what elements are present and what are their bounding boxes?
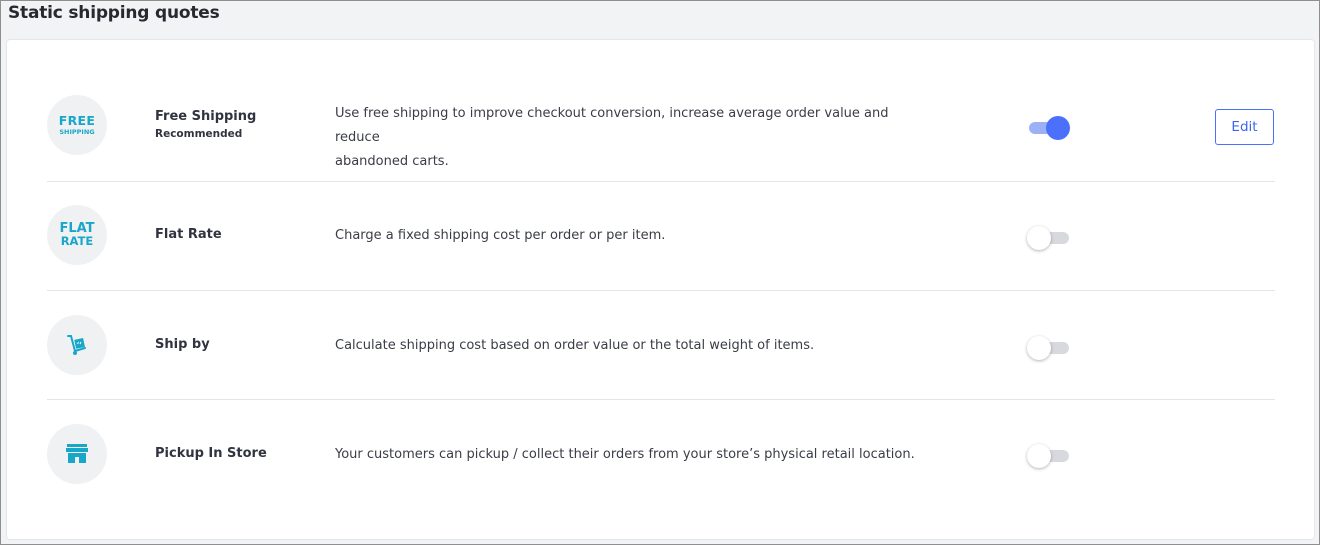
free-shipping-badge-icon: FREE SHIPPING (47, 95, 107, 155)
badge-line-1: FREE (58, 112, 96, 128)
flat-rate-badge-icon: FLAT RATE (47, 205, 107, 265)
method-name: Flat Rate (155, 227, 222, 242)
method-description: Charge a fixed shipping cost per order o… (335, 228, 666, 243)
method-name: Ship by (155, 337, 210, 352)
description-line-1: Use free shipping to improve checkout co… (335, 106, 889, 145)
storefront-icon (47, 424, 107, 484)
page-title: Static shipping quotes (8, 3, 220, 23)
pickup-in-store-toggle[interactable] (1027, 440, 1071, 470)
description-line-2: abandoned carts. (335, 154, 449, 169)
edit-button[interactable]: Edit (1215, 109, 1274, 145)
method-name: Pickup In Store (155, 446, 267, 461)
method-description: Use free shipping to improve checkout co… (335, 102, 935, 174)
recommended-label: Recommended (155, 128, 243, 140)
toggle-knob (1027, 444, 1051, 468)
badge-line-2: RATE (60, 234, 94, 249)
toggle-knob (1046, 116, 1070, 140)
hand-truck-icon (47, 315, 107, 375)
method-name: Free Shipping (155, 109, 257, 124)
shipping-method-row-flat-rate: FLAT RATE Flat Rate Charge a fixed shipp… (47, 181, 1275, 291)
shipping-method-row-ship-by: Ship by Calculate shipping cost based on… (47, 291, 1275, 400)
shipping-method-row-free-shipping: FREE SHIPPING Free Shipping Recommended … (47, 67, 1275, 182)
ship-by-toggle[interactable] (1027, 332, 1071, 362)
shipping-method-row-pickup-in-store: Pickup In Store Your customers can picku… (47, 400, 1275, 510)
badge-line-2: SHIPPING (59, 128, 95, 136)
shipping-methods-card: FREE SHIPPING Free Shipping Recommended … (7, 40, 1314, 539)
toggle-knob (1027, 226, 1051, 250)
method-description: Your customers can pickup / collect thei… (335, 447, 915, 462)
flat-rate-toggle[interactable] (1027, 222, 1071, 252)
method-description: Calculate shipping cost based on order v… (335, 338, 815, 353)
toggle-knob (1027, 336, 1051, 360)
free-shipping-toggle[interactable] (1027, 112, 1071, 142)
